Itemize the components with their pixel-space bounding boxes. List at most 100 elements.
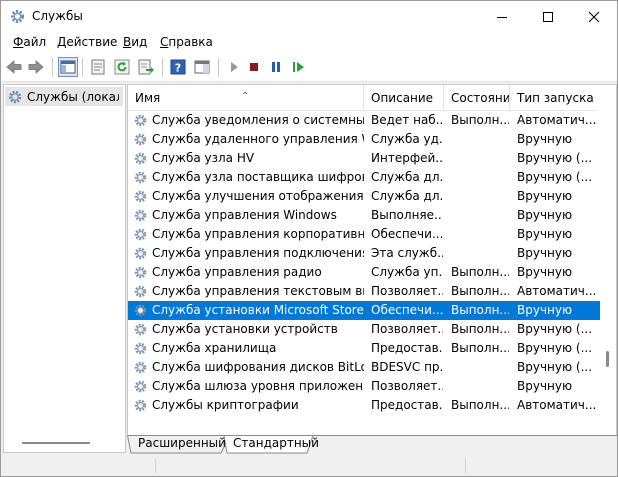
- service-name: Служба уведомления о системных с...: [152, 113, 364, 127]
- pause-service-button[interactable]: [266, 57, 286, 77]
- service-status: [451, 130, 509, 149]
- service-name: Служба удаленного управления Win...: [152, 132, 364, 146]
- minimize-icon: [497, 16, 507, 18]
- service-name: Служба шлюза уровня приложения: [152, 379, 364, 393]
- service-startup-type: Вручную (...: [517, 360, 593, 374]
- table-row[interactable]: Служба хранилища Предостав... Выполн... Вру…: [128, 339, 600, 358]
- forward-button[interactable]: [26, 57, 46, 77]
- show-hide-tree-button[interactable]: [58, 57, 78, 77]
- service-startup-type: Вручную: [517, 208, 573, 222]
- table-row[interactable]: Служба шифрования дисков BitLock... BDESV…: [128, 358, 600, 377]
- close-button[interactable]: [571, 1, 617, 32]
- service-status: [451, 377, 509, 396]
- service-status: Выполн...: [451, 113, 509, 127]
- status-bar-separator: [155, 458, 156, 473]
- column-header-startup-type[interactable]: Тип запуска: [510, 85, 596, 110]
- tree-horizontal-scrollbar[interactable]: [22, 442, 90, 444]
- service-description: Обеспечи...: [371, 303, 443, 317]
- menu-action[interactable]: Действие: [57, 35, 117, 49]
- service-description: Эта служб...: [371, 246, 443, 260]
- back-button[interactable]: [4, 57, 24, 77]
- service-description: Служба дл...: [371, 170, 443, 184]
- service-description: Служба уп...: [371, 265, 443, 279]
- service-description: Позволяет...: [371, 379, 443, 393]
- forward-arrow-icon: [28, 60, 44, 74]
- properties-button[interactable]: [88, 57, 108, 77]
- table-row[interactable]: Служба узла HV Интерфей... Вручную (...: [128, 149, 600, 168]
- column-header-description[interactable]: Описание: [364, 85, 444, 110]
- tab-extended[interactable]: Расширенный: [138, 435, 226, 452]
- show-action-pane-button[interactable]: [192, 57, 212, 77]
- table-row[interactable]: Служба узла поставщика шифрова... Служба …: [128, 168, 600, 187]
- start-service-icon: [231, 62, 238, 72]
- start-service-button[interactable]: [224, 57, 244, 77]
- service-gear-icon: [134, 285, 147, 298]
- service-startup-type: Вручную: [517, 246, 573, 260]
- table-row[interactable]: Служба удаленного управления Win... Служб…: [128, 130, 600, 149]
- toolbar-separator: [162, 58, 163, 77]
- services-list: Имя ⌃ Описание Состояние Тип запуска Слу…: [127, 84, 617, 436]
- table-row[interactable]: Службы криптографии Предостав... Выполн...…: [128, 396, 600, 415]
- help-button[interactable]: ?: [168, 57, 188, 77]
- table-row[interactable]: Служба установки устройств Позволяет... Вы…: [128, 320, 600, 339]
- service-startup-type: Вручную (...: [517, 322, 593, 336]
- service-gear-icon: [134, 266, 147, 279]
- service-startup-type: Вручную: [517, 379, 573, 393]
- service-name: Служба управления подключениям...: [152, 246, 364, 260]
- refresh-button[interactable]: [112, 57, 132, 77]
- table-row[interactable]: Служба управления текстовым ввод... Позво…: [128, 282, 600, 301]
- service-gear-icon: [134, 209, 147, 222]
- maximize-button[interactable]: [525, 1, 571, 32]
- service-startup-type: Автоматич...: [517, 284, 597, 298]
- export-list-button[interactable]: [136, 57, 156, 77]
- service-gear-icon: [134, 361, 147, 374]
- table-row[interactable]: Служба управления Windows Выполняе... Вруч…: [128, 206, 600, 225]
- table-row[interactable]: Служба установки Microsoft Store Обеспечи…: [128, 301, 600, 320]
- service-gear-icon: [134, 114, 147, 127]
- services-window: Службы Файл Действие Вид Справка ? Служб…: [0, 0, 618, 477]
- show-hide-tree-icon: [60, 60, 76, 74]
- properties-icon: [91, 59, 105, 75]
- console-tree: Службы (локальные): [3, 84, 126, 453]
- toolbar-separator: [82, 58, 83, 77]
- service-gear-icon: [134, 380, 147, 393]
- tree-item-local-services[interactable]: Службы (локальные): [5, 87, 123, 106]
- menu-bar: Файл Действие Вид Справка: [1, 32, 617, 54]
- service-name: Служба управления радио: [152, 265, 322, 279]
- service-status: [451, 225, 509, 244]
- vertical-scrollbar-thumb[interactable]: [606, 351, 609, 367]
- menu-help[interactable]: Справка: [160, 35, 213, 49]
- services-gear-icon: [11, 10, 24, 23]
- list-header: Имя ⌃ Описание Состояние Тип запуска: [128, 85, 598, 111]
- title-bar[interactable]: Службы: [1, 1, 617, 32]
- service-status: [451, 358, 509, 377]
- service-startup-type: Вручную (...: [517, 170, 593, 184]
- service-name: Служба шифрования дисков BitLock...: [152, 360, 364, 374]
- table-row[interactable]: Служба управления радио Служба уп... Выпол…: [128, 263, 600, 282]
- menu-view[interactable]: Вид: [123, 35, 147, 49]
- service-description: Интерфей...: [371, 151, 443, 165]
- status-bar-separator: [465, 458, 466, 473]
- service-name: Службы криптографии: [152, 398, 299, 412]
- table-row[interactable]: Служба управления подключениям... Эта слу…: [128, 244, 600, 263]
- column-header-name[interactable]: Имя ⌃: [128, 85, 364, 110]
- service-gear-icon: [134, 247, 147, 260]
- table-row[interactable]: Служба уведомления о системных с... Ведет…: [128, 111, 600, 130]
- status-bar: [1, 455, 617, 476]
- table-row[interactable]: Служба улучшения отображения Служба дл...…: [128, 187, 600, 206]
- minimize-button[interactable]: [479, 1, 525, 32]
- maximize-icon: [543, 11, 553, 22]
- resume-service-button[interactable]: [289, 57, 309, 77]
- table-row[interactable]: Служба шлюза уровня приложения Позволяет.…: [128, 377, 600, 396]
- service-gear-icon: [134, 342, 147, 355]
- service-startup-type: Вручную: [517, 189, 573, 203]
- view-tabs: Расширенный Стандартный: [127, 435, 617, 454]
- export-list-icon: [138, 59, 154, 75]
- table-row[interactable]: Служба управления корпоративны... Обеспеч…: [128, 225, 600, 244]
- menu-file[interactable]: Файл: [13, 35, 46, 49]
- service-description: Выполняе...: [371, 208, 443, 222]
- tab-standard[interactable]: Стандартный: [233, 435, 319, 452]
- stop-service-button[interactable]: [244, 57, 264, 77]
- service-startup-type: Автоматич...: [517, 113, 597, 127]
- column-header-status[interactable]: Состояние: [444, 85, 510, 110]
